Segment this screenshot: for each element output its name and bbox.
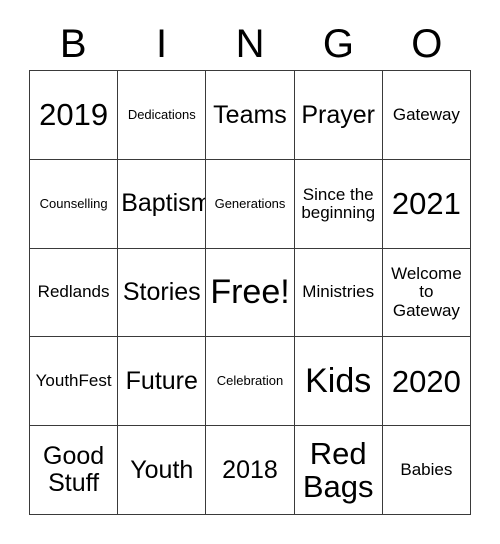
- bingo-cell[interactable]: 2019: [30, 71, 119, 160]
- bingo-cell-label: Redlands: [37, 282, 110, 302]
- bingo-cell[interactable]: YouthFest: [30, 337, 119, 427]
- bingo-cell[interactable]: 2018: [206, 426, 295, 515]
- bingo-cell[interactable]: Redlands: [30, 248, 119, 338]
- bingo-cell-label: Celebration: [216, 373, 284, 389]
- bingo-cell-label: Red Bags: [302, 435, 374, 505]
- bingo-cell[interactable]: Free!: [206, 248, 295, 338]
- bingo-cell-label: Dedications: [127, 106, 196, 122]
- header-letter-g: G: [322, 22, 354, 66]
- bingo-cell[interactable]: Prayer: [294, 71, 383, 160]
- bingo-cell[interactable]: 2021: [382, 159, 471, 249]
- bingo-cell-label: Baptism: [121, 189, 207, 218]
- bingo-cell-label: Generations: [214, 195, 286, 211]
- bingo-cell[interactable]: Youth: [118, 426, 207, 515]
- bingo-cell-label: Teams: [213, 100, 287, 129]
- bingo-cell-label: Counselling: [39, 195, 108, 211]
- bingo-cell-label: Welcome to Gateway: [391, 264, 462, 320]
- bingo-cell[interactable]: Kids: [294, 337, 383, 427]
- bingo-cell[interactable]: Good Stuff: [30, 426, 119, 515]
- bingo-cell[interactable]: Generations: [206, 159, 295, 249]
- bingo-header: B I N G O: [29, 18, 471, 70]
- bingo-cell[interactable]: Since the beginning: [294, 159, 383, 249]
- bingo-cell[interactable]: Teams: [206, 71, 295, 160]
- bingo-cell[interactable]: Gateway: [382, 71, 471, 160]
- bingo-cell-label: Good Stuff: [43, 442, 105, 498]
- bingo-cell-label: 2020: [391, 363, 461, 399]
- bingo-cell-label: Since the beginning: [301, 184, 376, 222]
- header-letter-b: B: [59, 22, 87, 66]
- header-letter-i: I: [156, 22, 168, 66]
- bingo-cell[interactable]: Ministries: [294, 248, 383, 338]
- bingo-cell-label: Kids: [305, 362, 372, 401]
- bingo-cell[interactable]: 2020: [382, 337, 471, 427]
- bingo-cell[interactable]: Counselling: [30, 159, 119, 249]
- bingo-cell-label: Free!: [210, 273, 290, 312]
- bingo-cell-label: YouthFest: [35, 371, 112, 391]
- bingo-cell[interactable]: Welcome to Gateway: [382, 248, 471, 338]
- bingo-cell[interactable]: Babies: [382, 426, 471, 515]
- header-letter-n: N: [235, 22, 265, 66]
- bingo-cell-label: Youth: [130, 455, 194, 484]
- bingo-cell[interactable]: Celebration: [206, 337, 295, 427]
- bingo-cell-label: 2018: [222, 455, 278, 484]
- bingo-cell[interactable]: Dedications: [118, 71, 207, 160]
- bingo-cell[interactable]: Red Bags: [294, 426, 383, 515]
- bingo-cell-label: Prayer: [301, 100, 376, 129]
- bingo-cell-label: 2021: [391, 186, 461, 222]
- bingo-cell-label: Stories: [122, 278, 201, 307]
- bingo-cell-label: 2019: [39, 97, 109, 133]
- bingo-cell-label: Gateway: [392, 104, 460, 124]
- bingo-cell[interactable]: Baptism: [118, 159, 207, 249]
- bingo-cell[interactable]: Future: [118, 337, 207, 427]
- bingo-grid: 2019 Dedications Teams Prayer Gateway Counsel…: [29, 70, 471, 515]
- header-letter-o: O: [411, 22, 443, 66]
- bingo-cell-label: Future: [125, 366, 198, 395]
- bingo-cell-label: Babies: [400, 460, 453, 479]
- bingo-cell-label: Ministries: [302, 282, 375, 302]
- bingo-card: B I N G O 2019 Dedications Teams Prayer Gate…: [0, 0, 500, 544]
- bingo-cell[interactable]: Stories: [118, 248, 207, 338]
